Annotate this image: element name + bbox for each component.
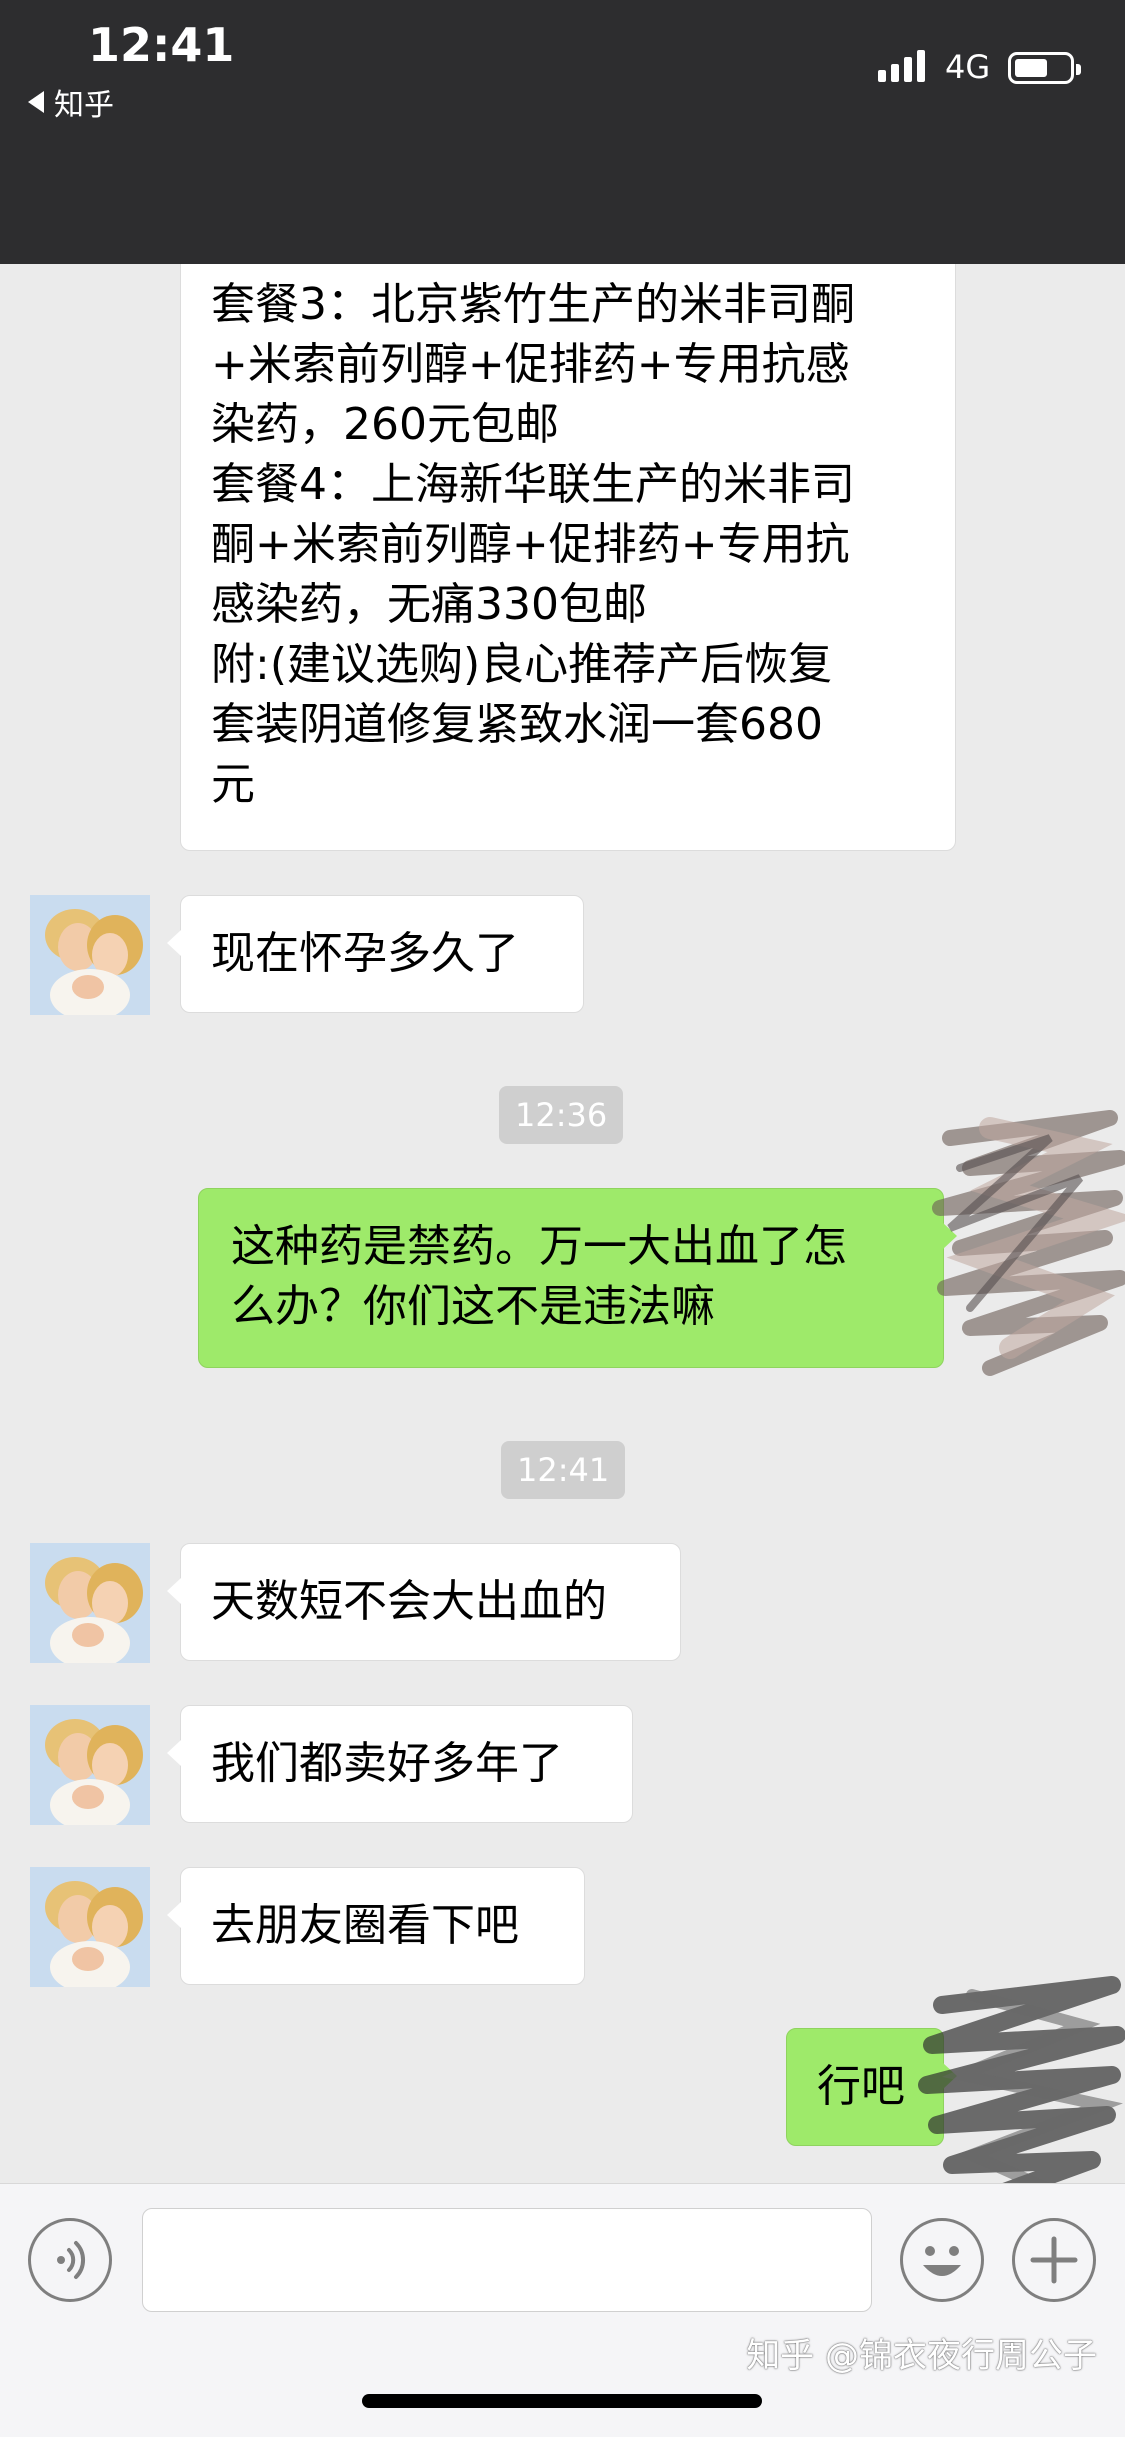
timestamp: 12:36 [499, 1086, 624, 1144]
timestamp: 12:41 [501, 1441, 626, 1499]
incoming-message[interactable]: 去朋友圈看下吧 [167, 1867, 585, 1985]
plus-icon[interactable] [1012, 2218, 1096, 2302]
incoming-message[interactable]: 现在怀孕多久了 [167, 895, 584, 1013]
message-line: 附:(建议选购)良心推荐产后恢复 [211, 639, 833, 690]
contact-avatar[interactable] [30, 1543, 150, 1663]
contact-avatar[interactable] [30, 1705, 150, 1825]
emoji-icon[interactable] [900, 2218, 984, 2302]
home-indicator [362, 2394, 762, 2408]
status-bar: 12:41 知乎 4G [0, 0, 1125, 130]
message-line: 套餐3：北京紫竹生产的米非司酮 [211, 279, 855, 330]
message-line: 天数短不会大出血的 [211, 1576, 607, 1627]
voice-input-icon[interactable] [28, 2218, 112, 2302]
message-line: 感染药，无痛330包邮 [211, 579, 647, 630]
back-app-label: 知乎 [54, 88, 114, 123]
message-line: 染药，260元包邮 [211, 399, 559, 450]
battery-icon [1008, 52, 1081, 84]
message-input[interactable] [142, 2208, 872, 2312]
message-line: 么办？你们这不是违法嘛 [231, 1281, 715, 1332]
watermark: 知乎 @锦衣夜行周公子 [746, 2336, 1097, 2376]
message-line: 元 [211, 759, 255, 810]
message-line: 套餐4：上海新华联生产的米非司 [211, 459, 855, 510]
status-time: 12:41 [88, 18, 235, 72]
message-line: 酮+米索前列醇+促排药+专用抗 [211, 519, 850, 570]
redaction-scribble [918, 1976, 1125, 2209]
message-line: +米索前列醇+促排药+专用抗感 [211, 339, 850, 390]
more-dots-icon[interactable] [1013, 182, 1085, 198]
contact-avatar[interactable] [30, 895, 150, 1015]
network-type: 4G [945, 48, 991, 86]
incoming-message[interactable]: 我们都卖好多年了 [167, 1705, 633, 1823]
redaction-scribble [932, 1110, 1125, 1376]
message-line: 套装阴道修复紧致水润一套680 [211, 699, 823, 750]
message-line: 去朋友圈看下吧 [211, 1900, 519, 1951]
back-triangle-icon [28, 91, 44, 113]
message-line: 这种药是禁药。万一大出血了怎 [231, 1221, 847, 1272]
incoming-message[interactable]: 天数短不会大出血的 [167, 1543, 681, 1661]
back-to-app-link[interactable]: 知乎 [28, 80, 114, 124]
signal-strength-icon [878, 48, 925, 82]
message-line: 酮+米索前列醇无痛250元包邮 [211, 219, 816, 270]
contact-avatar[interactable] [30, 1867, 150, 1987]
message-line: 现在怀孕多久了 [211, 928, 519, 979]
message-line: 我们都卖好多年了 [211, 1738, 563, 1789]
outgoing-message[interactable]: 这种药是禁药。万一大出血了怎 么办？你们这不是违法嘛 [198, 1188, 957, 1368]
incoming-message[interactable]: 酮+米索前列醇无痛250元包邮 套餐3：北京紫竹生产的米非司酮 +米索前列醇+促… [180, 190, 956, 851]
